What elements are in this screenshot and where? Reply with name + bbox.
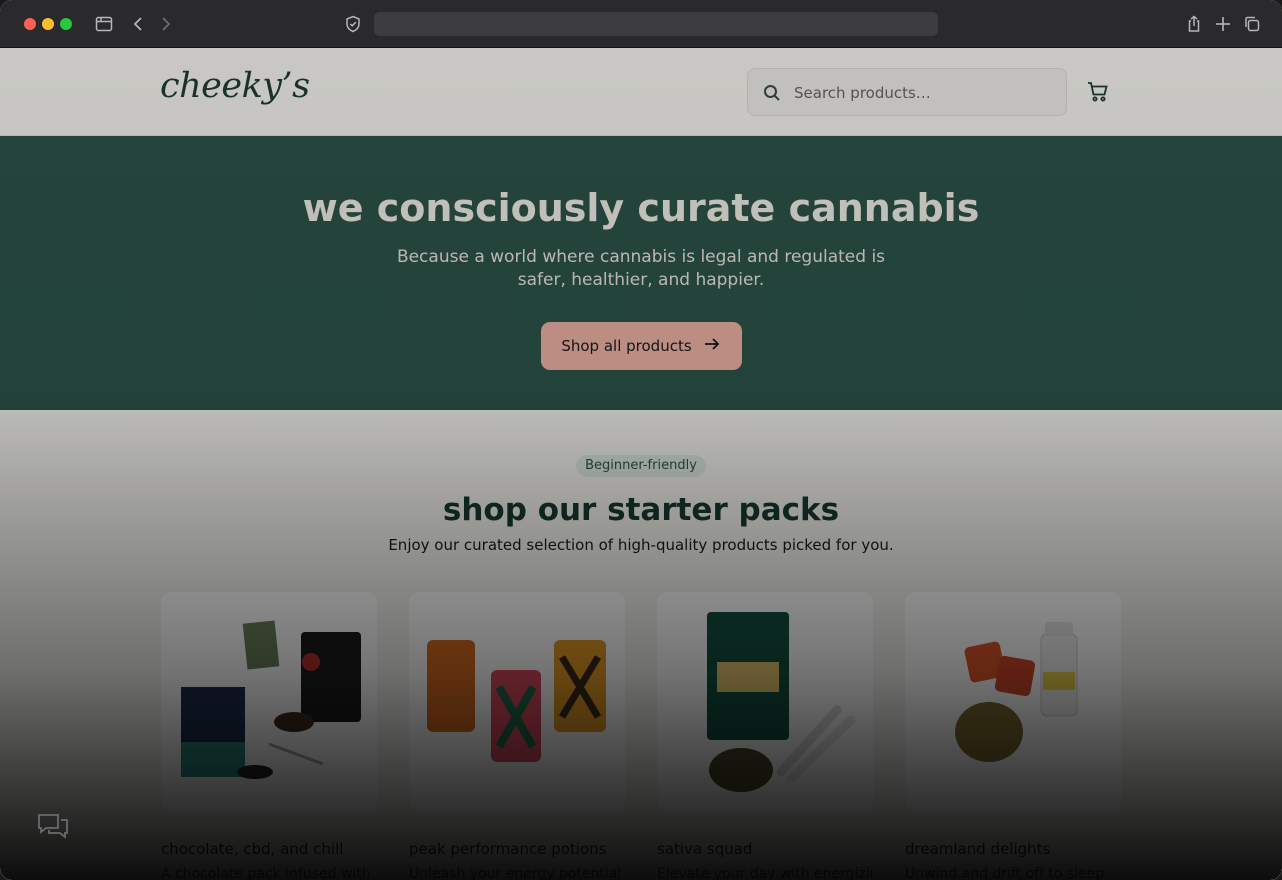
site-header: cheeky’s <box>0 48 1282 136</box>
minimize-window-button[interactable] <box>42 18 54 30</box>
product-card[interactable]: sativa squad Elevate your day with energ… <box>657 592 873 880</box>
search-box[interactable] <box>747 68 1067 116</box>
product-card-title[interactable]: chocolate, cbd, and chill <box>161 840 377 858</box>
hero-subtitle: Because a world where cannabis is legal … <box>391 246 891 292</box>
web-page: cheeky’s we consciously curate cannabis … <box>0 48 1282 880</box>
product-card-description: A chocolate pack infused with <box>161 866 371 880</box>
product-card-title[interactable]: peak performance potions <box>409 840 625 858</box>
maximize-window-button[interactable] <box>60 18 72 30</box>
search-input[interactable] <box>794 81 1054 105</box>
hero-subtitle-line1: Because a world where cannabis is legal … <box>396 247 886 267</box>
starter-packs-section: Beginner-friendly shop our starter packs… <box>0 410 1282 880</box>
hero-banner: we consciously curate cannabis Because a… <box>0 136 1282 410</box>
tab-overview-icon[interactable] <box>1242 14 1262 34</box>
shop-all-products-label: Shop all products <box>561 337 692 355</box>
product-card-description: Elevate your day with energizing <box>657 866 873 880</box>
product-image-sativa-pack[interactable] <box>657 592 873 812</box>
site-logo[interactable]: cheeky’s <box>160 66 310 106</box>
shop-all-products-button[interactable]: Shop all products <box>541 322 742 370</box>
product-image-beverage-cans[interactable] <box>409 592 625 812</box>
close-window-button[interactable] <box>24 18 36 30</box>
new-tab-icon[interactable] <box>1213 14 1233 34</box>
product-card[interactable]: dreamland delights Unwind and drift off … <box>905 592 1121 880</box>
product-card-title[interactable]: sativa squad <box>657 840 873 858</box>
privacy-shield-icon[interactable] <box>343 14 363 34</box>
share-icon[interactable] <box>1184 14 1204 34</box>
chat-icon[interactable] <box>36 812 70 842</box>
back-icon[interactable] <box>128 14 148 34</box>
sidebar-icon[interactable] <box>94 14 114 34</box>
product-image-sleep-pack[interactable] <box>905 592 1121 812</box>
product-image-chocolate-pack[interactable] <box>161 592 377 812</box>
search-icon <box>762 83 782 103</box>
cart-icon[interactable] <box>1086 80 1110 104</box>
product-card-title[interactable]: dreamland delights <box>905 840 1121 858</box>
product-card-description: Unwind and drift off to sleep <box>905 866 1105 880</box>
browser-toolbar <box>0 0 1282 48</box>
section-title: shop our starter packs <box>442 492 840 528</box>
arrow-right-icon <box>702 334 722 358</box>
section-subtitle: Enjoy our curated selection of high-qual… <box>388 536 894 554</box>
forward-icon[interactable] <box>156 14 176 34</box>
beginner-friendly-badge: Beginner-friendly <box>576 455 706 477</box>
address-bar[interactable] <box>374 12 938 36</box>
product-card[interactable]: chocolate, cbd, and chill A chocolate pa… <box>161 592 377 880</box>
product-card-description: Unleash your energy potential <box>409 866 622 880</box>
hero-title: we consciously curate cannabis <box>302 186 980 230</box>
product-card[interactable]: peak performance potions Unleash your en… <box>409 592 625 880</box>
browser-window: cheeky’s we consciously curate cannabis … <box>0 0 1282 880</box>
hero-subtitle-line2: safer, healthier, and happier. <box>517 270 765 290</box>
